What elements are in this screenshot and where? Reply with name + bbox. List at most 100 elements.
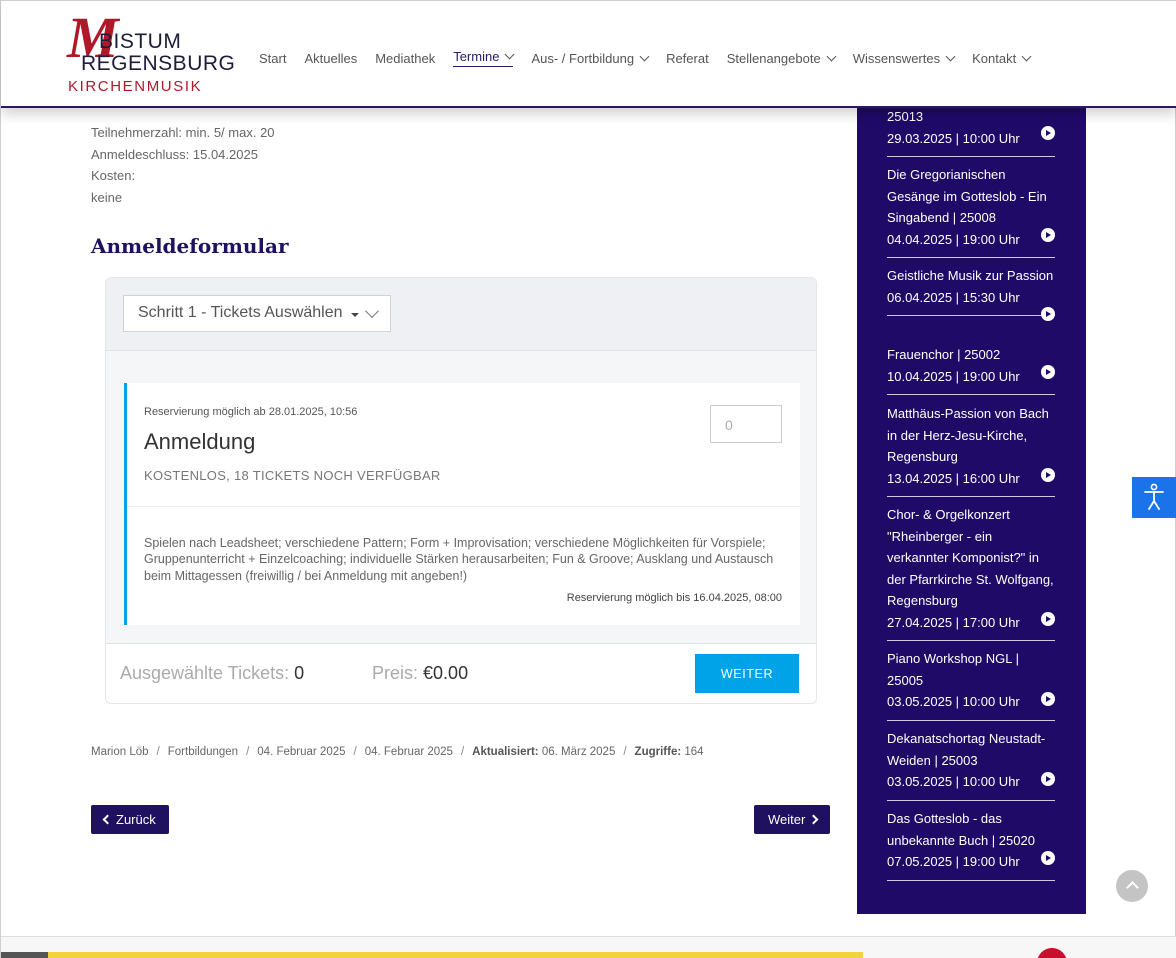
event-title[interactable]: Frauenchor | 25002	[887, 344, 1055, 366]
nav-item-fortbildung[interactable]: Aus- / Fortbildung	[531, 49, 650, 67]
chevron-left-icon	[102, 814, 113, 825]
sidebar-event-6[interactable]: Chor- & Orgelkonzert "Rheinberger - ein …	[887, 504, 1055, 641]
chevron-down-icon	[826, 51, 837, 61]
step-select[interactable]: Schritt 1 - Tickets Auswählen	[123, 295, 391, 332]
next-article-button[interactable]: Weiter	[754, 805, 830, 834]
site-logo[interactable]: M BISTUM REGENSBURG KIRCHENMUSIK	[65, 9, 235, 97]
logo-text-regensburg: REGENSBURG	[81, 52, 236, 75]
site-header: M BISTUM REGENSBURG KIRCHENMUSIK Start A…	[1, 0, 1176, 108]
price-value: €0.00	[423, 663, 469, 683]
ticket-description: Spielen nach Leadsheet; verschiedene Pat…	[144, 536, 774, 583]
accessibility-button[interactable]	[1132, 477, 1176, 518]
nav-item-wissenswertes[interactable]: Wissenswertes	[852, 49, 956, 67]
play-circle-icon[interactable]	[1041, 307, 1055, 321]
event-date: 13.04.2025 | 16:00 Uhr	[887, 470, 1020, 486]
form-step-bar: Schritt 1 - Tickets Auswählen	[106, 278, 816, 351]
event-date: 04.04.2025 | 19:00 Uhr	[887, 231, 1020, 247]
nav-item-mediathek[interactable]: Mediathek	[375, 49, 435, 67]
event-title[interactable]: 25013	[887, 106, 1055, 128]
sidebar-event-1[interactable]: 25013 29.03.2025 | 10:00 Uhr	[887, 106, 1055, 157]
event-date: 07.05.2025 | 19:00 Uhr	[887, 854, 1020, 869]
play-circle-icon[interactable]	[1041, 468, 1055, 482]
ticket-name: Anmeldung	[144, 429, 256, 454]
footer-accent-bar	[1, 952, 863, 958]
event-date: 29.03.2025 | 10:00 Uhr	[887, 130, 1020, 146]
event-date: 06.04.2025 | 15:30 Uhr	[887, 289, 1020, 305]
event-title[interactable]: Geistliche Musik zur Passion	[887, 265, 1055, 287]
nav-item-referat[interactable]: Referat	[666, 49, 709, 67]
nav-item-start[interactable]: Start	[259, 49, 286, 67]
costs-label: Kosten:	[91, 168, 136, 184]
play-circle-icon[interactable]	[1041, 692, 1055, 706]
meta-created: 04. Februar 2025	[364, 746, 453, 758]
event-title[interactable]: Die Gregorianischen Gesänge im Gotteslob…	[887, 164, 1055, 229]
selected-tickets-label: Ausgewählte Tickets:	[120, 663, 290, 683]
sidebar-event-5[interactable]: Matthäus-Passion von Bach in der Herz-Je…	[887, 403, 1055, 497]
event-date: 27.04.2025 | 17:00 Uhr	[887, 614, 1020, 630]
selected-tickets-value: 0	[294, 663, 305, 683]
play-circle-icon[interactable]	[1041, 365, 1055, 379]
event-title[interactable]: Piano Workshop NGL | 25005	[887, 648, 1055, 691]
event-title[interactable]: Dekanatschortag Neustadt-Weiden | 25003	[887, 728, 1055, 771]
event-title[interactable]: Chor- & Orgelkonzert "Rheinberger - ein …	[887, 504, 1055, 612]
price-label: Preis:	[372, 663, 419, 683]
nav-label: Start	[259, 50, 287, 66]
nav-label: Aus- / Fortbildung	[531, 50, 635, 66]
form-section-title: Anmeldeformular	[91, 234, 289, 258]
event-title[interactable]: Matthäus-Passion von Bach in der Herz-Je…	[887, 403, 1055, 468]
sidebar-event-7[interactable]: Piano Workshop NGL | 25005 03.05.2025 | …	[887, 648, 1055, 721]
caret-down-icon	[351, 313, 359, 317]
sidebar-event-8[interactable]: Dekanatschortag Neustadt-Weiden | 25003 …	[887, 728, 1055, 801]
play-circle-icon[interactable]	[1041, 772, 1055, 786]
meta-hits-value: 164	[684, 746, 704, 758]
event-date: 03.05.2025 | 10:00 Uhr	[887, 694, 1020, 709]
event-info: Teilnehmerzahl: min. 5/ max. 20 Anmeldes…	[91, 122, 275, 209]
previous-label: Zurück	[116, 812, 156, 827]
reservation-start: Reservierung möglich ab 28.01.2025, 10:5…	[144, 406, 358, 418]
article-meta: Marion Löb / Fortbildungen/ 04. Februar 2…	[91, 746, 704, 758]
event-date: 10.04.2025 | 19:00 Uhr	[887, 368, 1020, 384]
scroll-to-top-button[interactable]	[1116, 870, 1148, 902]
meta-category[interactable]: Fortbildungen	[168, 746, 238, 758]
nav-label: Kontakt	[972, 50, 1017, 66]
upcoming-events-sidebar: 25013 29.03.2025 | 10:00 Uhr Die Gregori…	[857, 0, 1086, 914]
nav-item-aktuelles[interactable]: Aktuelles	[304, 49, 357, 67]
meta-updated-value: 06. März 2025	[541, 746, 616, 758]
nav-item-stellenangebote[interactable]: Stellenangebote	[727, 49, 837, 67]
meta-updated-label: Aktualisiert:	[472, 746, 539, 758]
ticket-availability: KOSTENLOS, 18 TICKETS NOCH VERFÜGBAR	[144, 468, 441, 483]
chevron-down-icon	[505, 49, 515, 60]
nav-label: Wissenswertes	[852, 50, 941, 66]
previous-article-button[interactable]: Zurück	[91, 805, 169, 834]
logo-text-bistum: BISTUM	[99, 30, 182, 53]
play-circle-icon[interactable]	[1041, 612, 1055, 626]
chevron-down-icon	[364, 303, 380, 319]
nav-label: Termine	[453, 49, 500, 64]
meta-author[interactable]: Marion Löb	[91, 746, 149, 758]
ticket-card: Reservierung möglich ab 28.01.2025, 10:5…	[124, 383, 800, 625]
event-title[interactable]: Das Gotteslob - das unbekannte Buch | 25…	[887, 808, 1055, 851]
sidebar-event-4[interactable]: Frauenchor | 25002 10.04.2025 | 19:00 Uh…	[887, 344, 1055, 395]
play-circle-icon[interactable]	[1041, 851, 1055, 865]
registration-form: Schritt 1 - Tickets Auswählen Reservieru…	[105, 277, 817, 704]
reservation-end: Reservierung möglich bis 16.04.2025, 08:…	[566, 592, 782, 604]
chevron-down-icon	[1021, 51, 1032, 61]
form-summary-bar: Ausgewählte Tickets: 0 Preis: €0.00 WEIT…	[106, 643, 816, 703]
play-circle-icon[interactable]	[1041, 228, 1055, 242]
ticket-quantity-input[interactable]: 0	[710, 405, 782, 443]
sidebar-event-9[interactable]: Das Gotteslob - das unbekannte Buch | 25…	[887, 808, 1055, 881]
nav-label: Referat	[666, 50, 709, 66]
costs-value: keine	[91, 190, 123, 206]
form-next-button[interactable]: WEITER	[695, 654, 799, 693]
ticket-header: Reservierung möglich ab 28.01.2025, 10:5…	[127, 383, 800, 507]
nav-label: Aktuelles	[304, 50, 358, 66]
sidebar-event-3[interactable]: Geistliche Musik zur Passion 06.04.2025 …	[887, 265, 1055, 321]
play-circle-icon[interactable]	[1041, 126, 1055, 140]
main-nav: Start Aktuelles Mediathek Termine Aus- /…	[259, 49, 1048, 67]
total-price: Preis: €0.00	[372, 663, 468, 684]
nav-item-kontakt[interactable]: Kontakt	[972, 49, 1032, 67]
selected-tickets: Ausgewählte Tickets: 0	[120, 663, 304, 684]
nav-item-termine[interactable]: Termine	[453, 49, 515, 67]
sidebar-event-2[interactable]: Die Gregorianischen Gesänge im Gotteslob…	[887, 164, 1055, 258]
event-date: 03.05.2025 | 10:00 Uhr	[887, 774, 1020, 789]
